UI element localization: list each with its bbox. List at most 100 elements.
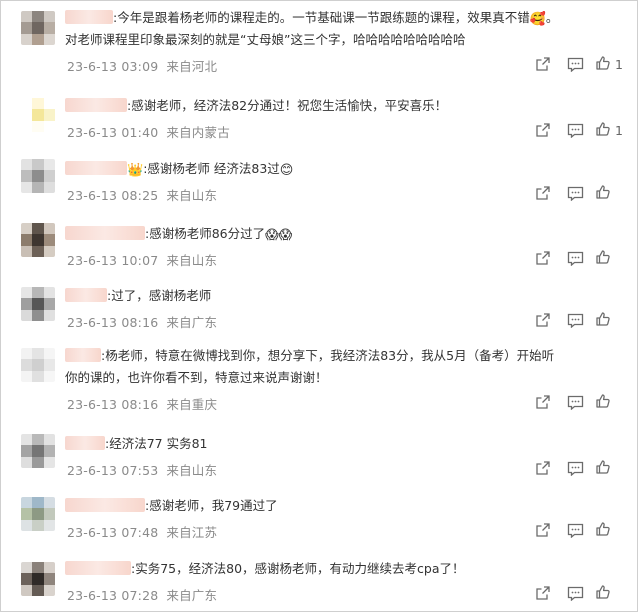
share-icon[interactable] bbox=[531, 120, 555, 140]
username-blurred[interactable] bbox=[65, 98, 127, 112]
thumbs-up-icon bbox=[595, 584, 611, 603]
comment-actions: 1 bbox=[531, 120, 623, 140]
comment-icon[interactable] bbox=[563, 310, 587, 330]
timestamp: 23-6-13 03:09 bbox=[67, 59, 159, 74]
avatar-pixel bbox=[43, 223, 55, 235]
username-blurred[interactable] bbox=[65, 161, 127, 175]
share-icon[interactable] bbox=[531, 392, 555, 412]
avatar-pixel bbox=[32, 33, 44, 45]
timestamp: 23-6-13 07:48 bbox=[67, 525, 159, 540]
comment-icon[interactable] bbox=[563, 458, 587, 478]
username-blurred[interactable] bbox=[65, 436, 105, 450]
avatar[interactable] bbox=[21, 287, 55, 321]
share-icon[interactable] bbox=[531, 248, 555, 268]
avatar-pixel bbox=[21, 109, 33, 121]
avatar-pixel bbox=[43, 573, 55, 585]
avatar-pixel bbox=[32, 245, 44, 257]
comment-actions bbox=[531, 583, 623, 603]
avatar-pixel bbox=[32, 223, 44, 235]
username-blurred[interactable] bbox=[65, 561, 131, 575]
thumbs-up-icon bbox=[595, 55, 611, 74]
username-blurred[interactable] bbox=[65, 498, 145, 512]
thumbs-up-icon bbox=[595, 311, 611, 330]
comment-actions bbox=[531, 248, 623, 268]
avatar-pixel bbox=[43, 120, 55, 132]
avatar[interactable] bbox=[21, 223, 55, 257]
like-button[interactable] bbox=[595, 459, 623, 478]
username-blurred[interactable] bbox=[65, 288, 107, 302]
timestamp: 23-6-13 08:16 bbox=[67, 315, 159, 330]
avatar-pixel bbox=[21, 159, 33, 171]
avatar-pixel bbox=[43, 98, 55, 110]
avatar-pixel bbox=[21, 181, 33, 193]
comment-icon[interactable] bbox=[563, 183, 587, 203]
comment-icon[interactable] bbox=[563, 392, 587, 412]
comment-meta: 23-6-13 08:16 来自重庆 bbox=[67, 394, 217, 413]
comment-text: :感谢杨老师86分过了😱😱 bbox=[65, 223, 565, 245]
comment-actions bbox=[531, 310, 623, 330]
avatar[interactable] bbox=[21, 562, 55, 596]
avatar-pixel bbox=[32, 159, 44, 171]
timestamp: 23-6-13 08:16 bbox=[67, 397, 159, 412]
avatar-pixel bbox=[32, 584, 44, 596]
like-button[interactable] bbox=[595, 184, 623, 203]
like-button[interactable]: 1 bbox=[595, 55, 623, 74]
share-icon[interactable] bbox=[531, 183, 555, 203]
avatar-pixel bbox=[43, 508, 55, 520]
comment-actions bbox=[531, 520, 623, 540]
like-button[interactable] bbox=[595, 311, 623, 330]
like-button[interactable]: 1 bbox=[595, 121, 623, 140]
comment-icon[interactable] bbox=[563, 54, 587, 74]
share-icon[interactable] bbox=[531, 583, 555, 603]
comment-actions bbox=[531, 458, 623, 478]
comment-text: :杨老师，特意在微博找到你，想分享下，我经济法83分，我从5月（备考）开始听你的… bbox=[65, 345, 565, 389]
badge-emoji: 👑 bbox=[127, 163, 144, 178]
avatar-pixel bbox=[21, 170, 33, 182]
comment-icon[interactable] bbox=[563, 248, 587, 268]
avatar[interactable] bbox=[21, 11, 55, 45]
avatar[interactable] bbox=[21, 497, 55, 531]
comment-meta: 23-6-13 07:53 来自山东 bbox=[67, 460, 217, 479]
like-button[interactable] bbox=[595, 249, 623, 268]
share-icon[interactable] bbox=[531, 520, 555, 540]
avatar[interactable] bbox=[21, 348, 55, 382]
avatar-pixel bbox=[21, 11, 33, 23]
avatar[interactable] bbox=[21, 98, 55, 132]
comment-body: :感谢杨老师 经济法83过 bbox=[143, 161, 280, 176]
avatar-pixel bbox=[21, 22, 33, 34]
location: 来自山东 bbox=[166, 463, 218, 478]
comment-body: :实务75，经济法80，感谢杨老师，有动力继续去考cpa了！ bbox=[131, 561, 465, 576]
avatar-pixel bbox=[21, 456, 33, 468]
username-blurred[interactable] bbox=[65, 10, 113, 24]
username-blurred[interactable] bbox=[65, 226, 145, 240]
share-icon[interactable] bbox=[531, 458, 555, 478]
avatar-pixel bbox=[43, 519, 55, 531]
comment-text: :经济法77 实务81 bbox=[65, 433, 565, 455]
comment-icon[interactable] bbox=[563, 520, 587, 540]
share-icon[interactable] bbox=[531, 310, 555, 330]
avatar-pixel bbox=[32, 11, 44, 23]
avatar-pixel bbox=[32, 348, 44, 360]
comment-icon[interactable] bbox=[563, 583, 587, 603]
comment-actions bbox=[531, 392, 623, 412]
location: 来自江苏 bbox=[166, 525, 218, 540]
avatar-pixel bbox=[21, 234, 33, 246]
timestamp: 23-6-13 01:40 bbox=[67, 125, 159, 140]
username-blurred[interactable] bbox=[65, 348, 101, 362]
avatar[interactable] bbox=[21, 434, 55, 468]
avatar[interactable] bbox=[21, 159, 55, 193]
like-button[interactable] bbox=[595, 584, 623, 603]
avatar-pixel bbox=[32, 234, 44, 246]
comment-text: :感谢老师，我79通过了 bbox=[65, 495, 565, 517]
comment-meta: 23-6-13 08:16 来自广东 bbox=[67, 312, 217, 331]
avatar-pixel bbox=[21, 573, 33, 585]
like-button[interactable] bbox=[595, 393, 623, 412]
comment-body: :今年是跟着杨老师的课程走的。一节基础课一节跟练题的课程，效果真不错 bbox=[113, 10, 530, 25]
avatar-pixel bbox=[21, 370, 33, 382]
avatar-pixel bbox=[32, 109, 44, 121]
comment-icon[interactable] bbox=[563, 120, 587, 140]
avatar-pixel bbox=[21, 309, 33, 321]
like-button[interactable] bbox=[595, 521, 623, 540]
emoji: 🥰 bbox=[529, 12, 546, 27]
share-icon[interactable] bbox=[531, 54, 555, 74]
